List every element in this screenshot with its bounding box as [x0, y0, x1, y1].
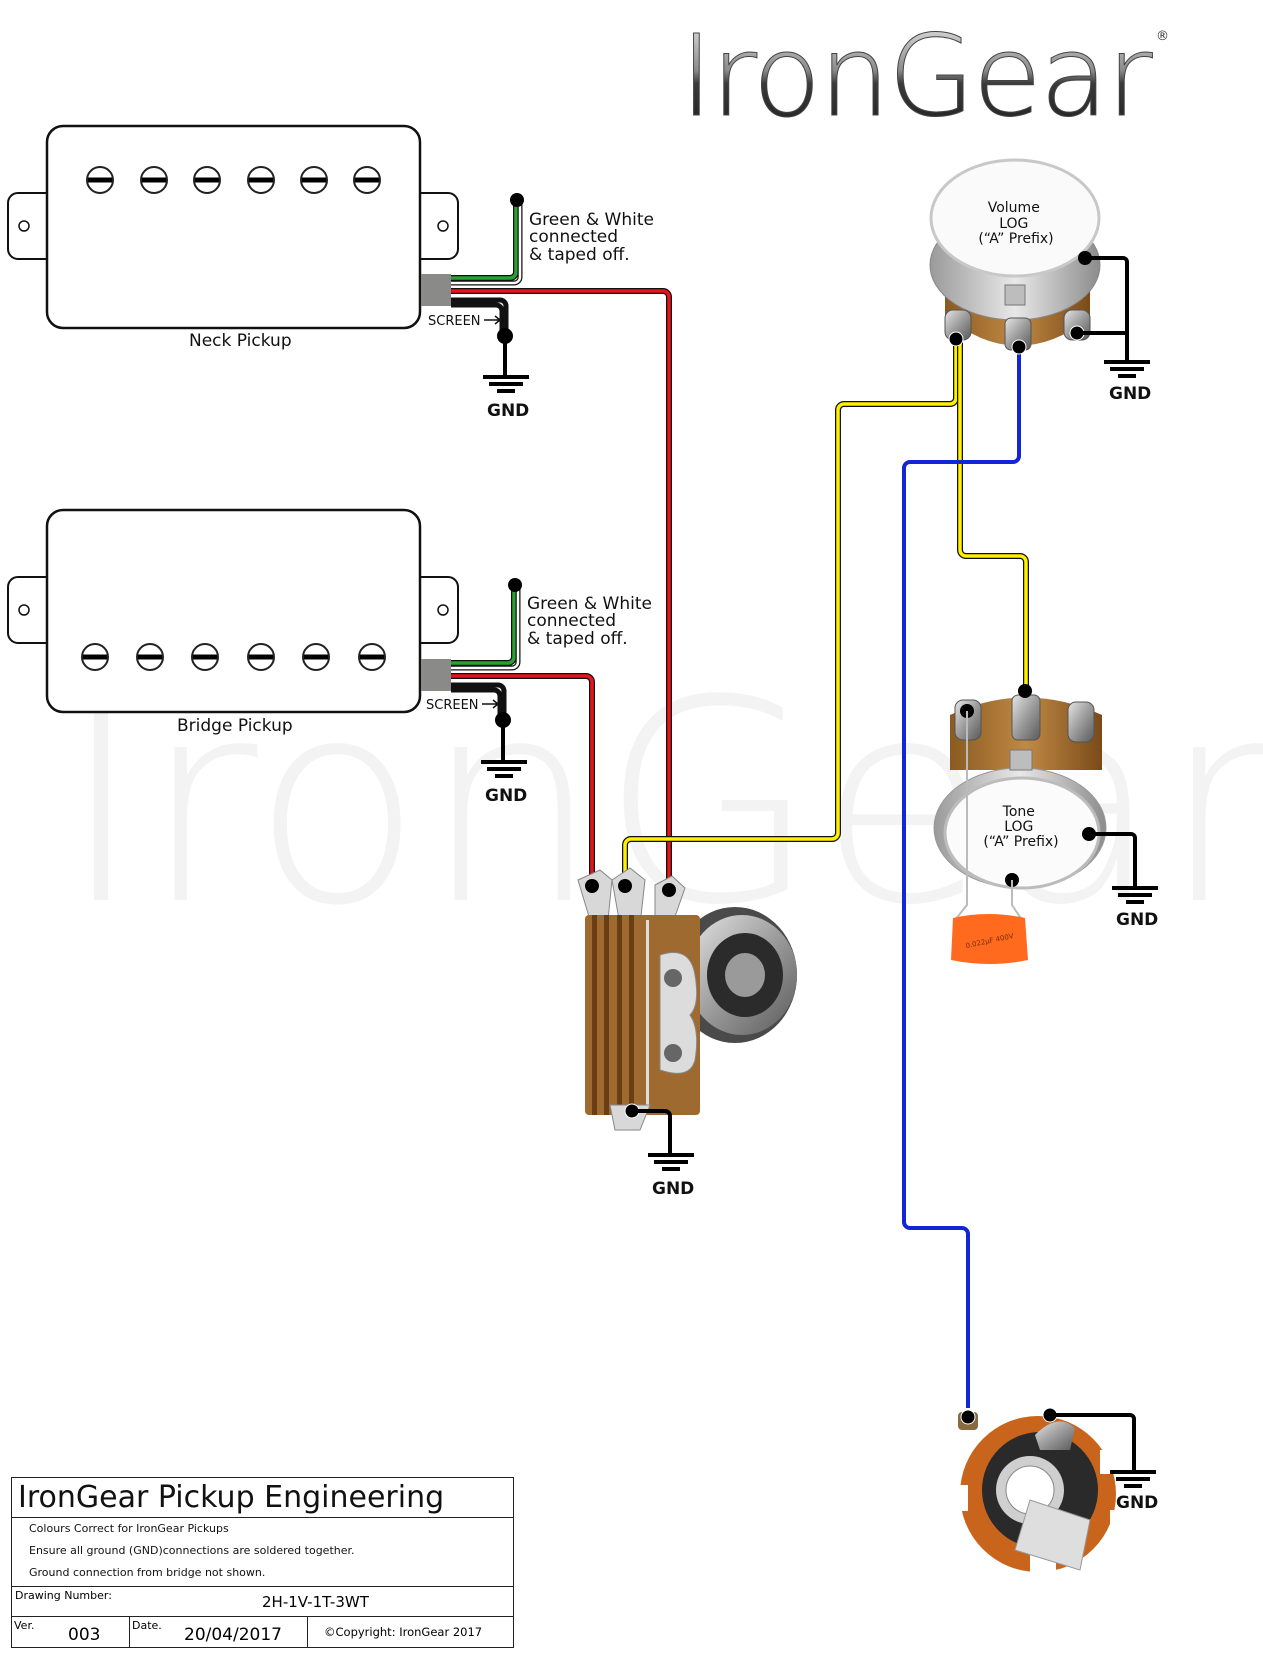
pickup-cover	[45, 508, 422, 714]
cable-sleeve	[421, 274, 451, 306]
screen-label: SCREEN	[428, 314, 481, 329]
tone-gnd-label: GND	[1116, 910, 1158, 930]
screw-slot	[355, 177, 379, 183]
green-wire	[451, 200, 518, 280]
screw-slot	[249, 654, 273, 660]
ground-symbol	[1104, 360, 1150, 378]
version-cell: Ver. 003	[12, 1617, 130, 1647]
bridge-gnd-label: GND	[485, 786, 527, 806]
version-date-row: Ver. 003 Date. 20/04/2017 ©Copyright: Ir…	[12, 1617, 513, 1647]
title-block: IronGear Pickup Engineering Colours Corr…	[11, 1477, 514, 1648]
screw-slot	[304, 654, 328, 660]
output-lug-joint	[618, 879, 632, 893]
arrow-icon	[484, 315, 502, 325]
screw-slot	[88, 177, 112, 183]
registered-mark: ®	[1156, 29, 1169, 44]
ground-symbol	[648, 1153, 694, 1171]
title-block-title: IronGear Pickup Engineering	[12, 1478, 513, 1518]
screw-slot	[302, 177, 326, 183]
neck-pickup-label: Neck Pickup	[189, 331, 292, 351]
bridge-pickup-label: Bridge Pickup	[177, 716, 293, 736]
volume-pot	[929, 158, 1129, 362]
tip-lug-joint	[960, 1409, 976, 1425]
date-cell: Date. 20/04/2017	[130, 1617, 308, 1647]
tape-joint	[508, 578, 522, 592]
bridge-pickup	[7, 508, 459, 714]
cable-sleeve	[421, 659, 451, 691]
copyright-text: ©Copyright: IronGear 2017	[324, 1625, 483, 1639]
output-jack	[956, 1407, 1136, 1577]
lug-input-joint	[948, 331, 964, 347]
version-value: 003	[68, 1625, 101, 1645]
neck-note: Green & White connected & taped off.	[529, 210, 659, 265]
jack-gnd-label: GND	[1116, 1493, 1158, 1513]
ground-symbol	[483, 375, 529, 393]
wiring-diagram: IronGear IronGear ® Neck Pickup SCREEN G…	[7, 12, 1263, 1577]
screw-slot	[138, 654, 162, 660]
date-label: Date.	[132, 1619, 162, 1632]
switch-gnd-label: GND	[652, 1179, 694, 1199]
screen-label: SCREEN	[426, 698, 479, 713]
drawing-number-label: Drawing Number:	[15, 1589, 112, 1602]
tape-joint	[510, 193, 524, 207]
tone-feed-wire	[958, 340, 1028, 692]
screw-slot	[195, 177, 219, 183]
bridge-lug-joint	[585, 879, 599, 893]
screw-slot	[360, 654, 384, 660]
pickup-cover	[45, 124, 422, 330]
copyright-cell: ©Copyright: IronGear 2017	[308, 1617, 513, 1647]
neck-gnd-label: GND	[487, 401, 529, 421]
note-line: Ensure all ground (GND)connections are s…	[29, 1544, 355, 1557]
note-line: Ground connection from bridge not shown.	[29, 1566, 266, 1579]
note-line: Colours Correct for IronGear Pickups	[29, 1522, 229, 1535]
screw-slot	[142, 177, 166, 183]
white-wire	[451, 200, 522, 285]
screw-slot	[83, 654, 107, 660]
volume-gnd-label: GND	[1109, 384, 1151, 404]
neck-pickup	[7, 124, 459, 330]
lug-wiper-joint	[1011, 339, 1027, 355]
screw-slot	[193, 654, 217, 660]
title-block-notes: Colours Correct for IronGear Pickups Ens…	[12, 1518, 513, 1587]
drawing-number-row: Drawing Number: 2H-1V-1T-3WT	[12, 1587, 513, 1617]
svg-text:IronGear: IronGear	[680, 12, 1152, 142]
neck-lug-joint	[662, 883, 676, 897]
ground-symbol	[1110, 1470, 1156, 1488]
date-value: 20/04/2017	[184, 1625, 282, 1645]
lug-wiper-joint	[1018, 684, 1032, 698]
irongear-logo: IronGear ®	[680, 12, 1170, 143]
neck-wires	[451, 193, 524, 375]
screw-slot	[249, 177, 273, 183]
version-label: Ver.	[14, 1619, 35, 1632]
drawing-number-value: 2H-1V-1T-3WT	[262, 1593, 369, 1611]
